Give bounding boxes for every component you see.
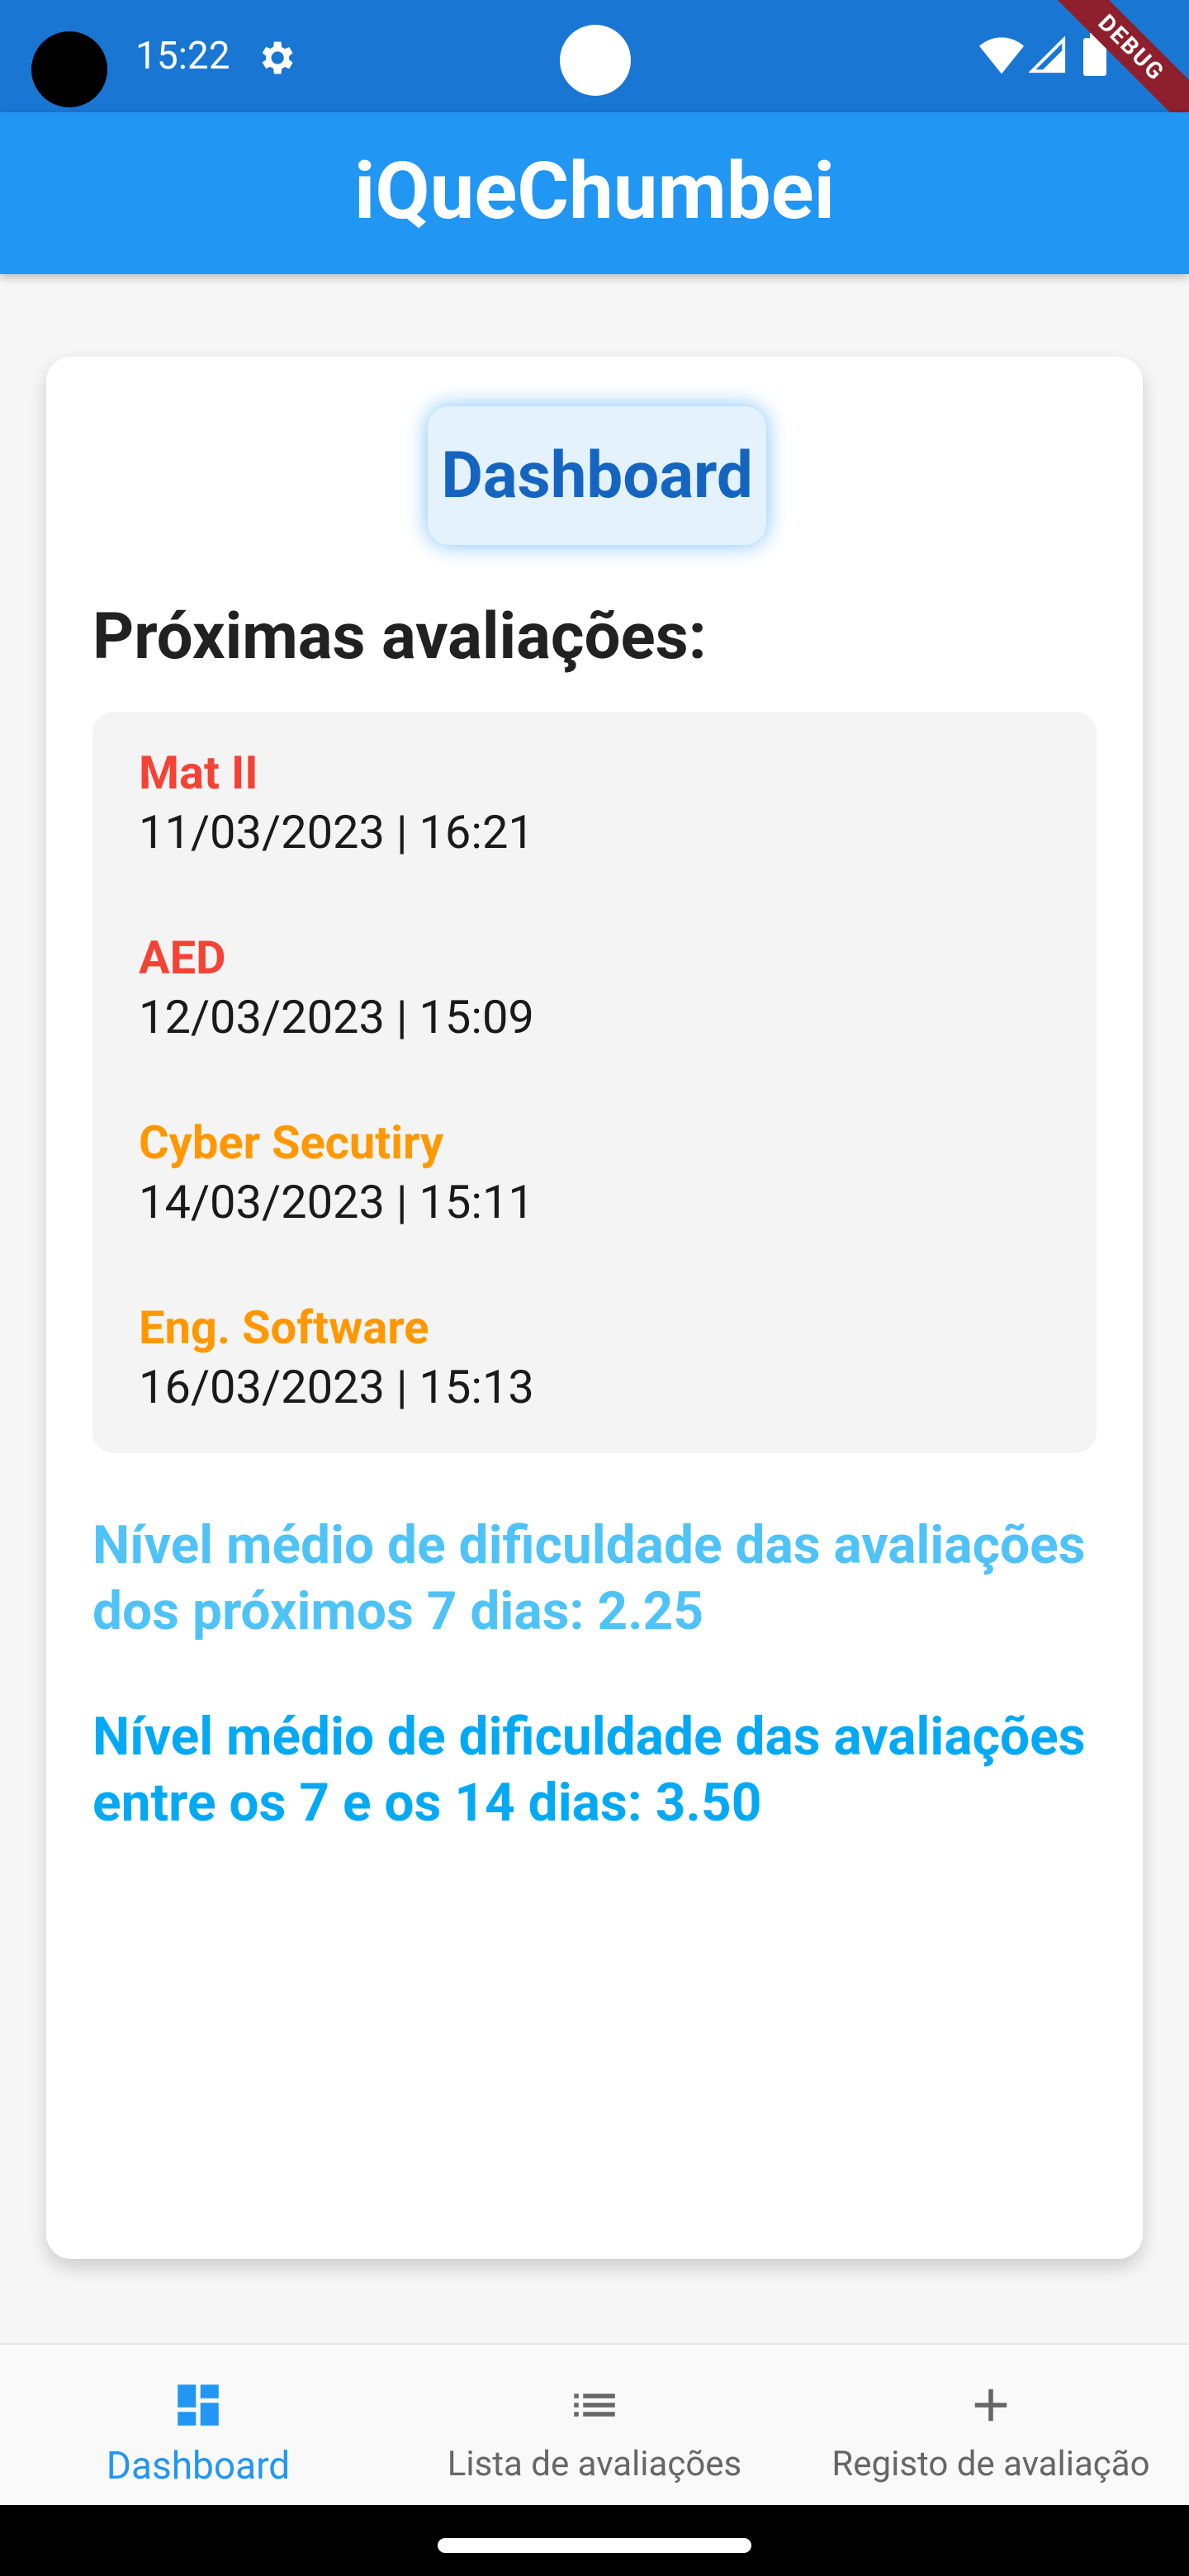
difficulty-7-to-14-days: Nível médio de dificuldade das avaliaçõe… (92, 1706, 1086, 1834)
status-bar: 15:22 DEBUG (0, 0, 1189, 149)
list-item[interactable]: Cyber Secutiry 14/03/2023 | 15:11 (139, 1113, 534, 1232)
app-bar: iQueChumbei (0, 112, 1189, 274)
evaluation-subject: Eng. Software (139, 1300, 429, 1355)
nav-item-register-evaluation[interactable]: Registo de avaliação (793, 2345, 1189, 2507)
system-navigation-bar (0, 2505, 1189, 2576)
list-item[interactable]: AED 12/03/2023 | 15:09 (139, 928, 534, 1047)
home-gesture-handle[interactable] (438, 2538, 751, 2553)
dashboard-title-chip: Dashboard (428, 406, 766, 545)
upcoming-evaluations-list: Mat II 11/03/2023 | 16:21 AED 12/03/2023… (92, 712, 1097, 1453)
difficulty-next-7-days: Nível médio de dificuldade das avaliaçõe… (92, 1514, 1086, 1642)
list-icon (574, 2394, 615, 2417)
app-title: iQueChumbei (354, 145, 835, 238)
plus-icon (974, 2389, 1007, 2422)
evaluation-datetime: 16/03/2023 | 15:13 (139, 1360, 534, 1414)
evaluation-datetime: 12/03/2023 | 15:09 (139, 990, 534, 1044)
list-item[interactable]: Eng. Software 16/03/2023 | 15:13 (139, 1298, 534, 1417)
wifi-icon (979, 37, 1024, 74)
evaluation-subject: Mat II (139, 746, 258, 800)
dashboard-icon (178, 2384, 219, 2426)
status-time: 15:22 (135, 34, 230, 78)
evaluation-datetime: 14/03/2023 | 15:11 (139, 1175, 534, 1229)
nav-label: Registo de avaliação (831, 2444, 1150, 2484)
nav-label: Lista de avaliações (447, 2444, 742, 2484)
nav-item-evaluation-list[interactable]: Lista de avaliações (396, 2345, 793, 2507)
bottom-navigation: Dashboard Lista de avaliações Registo de… (0, 2343, 1189, 2507)
camera-cutout (31, 31, 107, 107)
evaluation-subject: AED (139, 930, 226, 985)
list-item[interactable]: Mat II 11/03/2023 | 16:21 (139, 743, 534, 862)
nav-label: Dashboard (106, 2444, 291, 2488)
nav-item-dashboard[interactable]: Dashboard (0, 2345, 396, 2507)
signal-icon (1029, 36, 1066, 73)
evaluation-subject: Cyber Secutiry (139, 1115, 444, 1170)
front-sensor (560, 25, 631, 96)
dashboard-card: Dashboard Próximas avaliações: Mat II 11… (46, 357, 1143, 2259)
evaluation-datetime: 11/03/2023 | 16:21 (139, 805, 534, 859)
upcoming-evaluations-heading: Próximas avaliações: (92, 599, 707, 675)
settings-gear-icon (262, 41, 293, 74)
